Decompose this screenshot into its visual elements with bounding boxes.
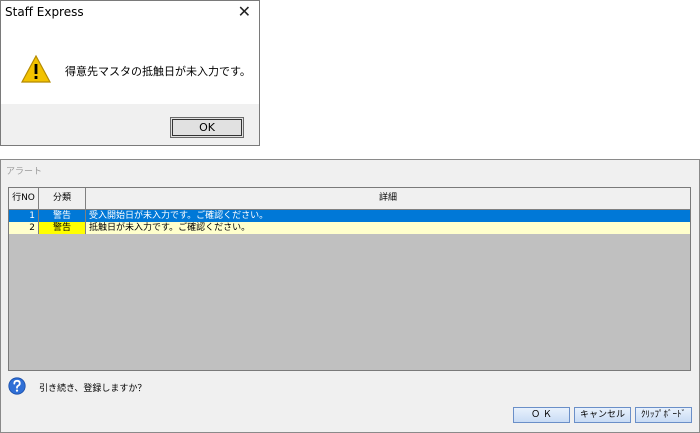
question-icon (8, 377, 26, 395)
close-icon[interactable]: ✕ (238, 4, 251, 20)
alert-window: アラート 行NO 分類 詳細 1 警告 受入開始日が未入力です。ご確認ください。… (0, 159, 700, 433)
table-row[interactable]: 2 警告 抵触日が未入力です。ご確認ください。 (9, 222, 690, 234)
column-header-category[interactable]: 分類 (39, 188, 86, 209)
alert-grid: 行NO 分類 詳細 1 警告 受入開始日が未入力です。ご確認ください。 2 警告… (8, 187, 691, 371)
message-box: Staff Express ✕ 得意先マスタの抵触日が未入力です。 OK (0, 0, 260, 146)
cancel-button[interactable]: キャンセル (574, 407, 631, 423)
warning-icon (21, 55, 51, 83)
table-row[interactable]: 1 警告 受入開始日が未入力です。ご確認ください。 (9, 210, 690, 222)
column-header-no[interactable]: 行NO (9, 188, 39, 209)
row-detail: 受入開始日が未入力です。ご確認ください。 (89, 211, 269, 221)
ok-button[interactable]: Ｏ Ｋ (513, 407, 570, 423)
ok-button[interactable]: OK (170, 117, 244, 138)
clipboard-button[interactable]: ｸﾘｯﾌﾟﾎﾞｰﾄﾞ (635, 407, 692, 423)
grid-header: 行NO 分類 詳細 (9, 188, 690, 210)
row-number: 1 (9, 210, 39, 222)
question-text: 引き続き、登録しますか？ (39, 384, 147, 394)
message-box-title: Staff Express (5, 5, 84, 19)
row-detail: 抵触日が未入力です。ご確認ください。 (89, 223, 251, 233)
row-category: 警告 (39, 210, 86, 222)
row-number: 2 (9, 222, 39, 234)
message-text: 得意先マスタの抵触日が未入力です。 (65, 65, 251, 78)
column-header-detail[interactable]: 詳細 (86, 188, 690, 209)
alert-title: アラート (6, 167, 43, 177)
row-category: 警告 (39, 222, 86, 234)
message-box-footer: OK (1, 104, 259, 145)
